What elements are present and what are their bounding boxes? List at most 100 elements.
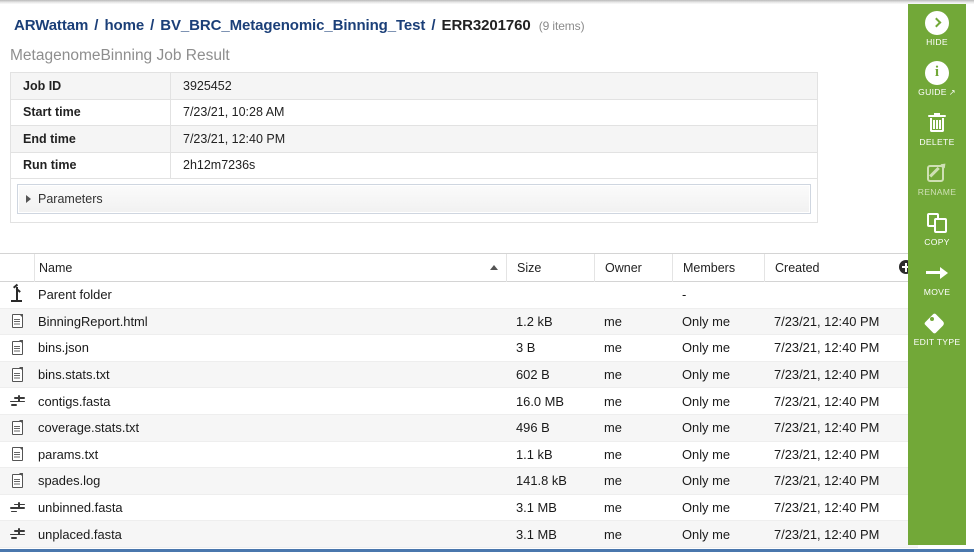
file-row[interactable]: bins.json 3 B me Only me 7/23/21, 12:40 PM [0, 335, 918, 362]
breadcrumb-item-1[interactable]: home [104, 17, 144, 34]
parent-folder-name: Parent folder [38, 287, 112, 303]
sidebar-button-delete[interactable]: DELETE [908, 104, 966, 154]
column-header-name-label: Name [39, 260, 73, 275]
file-owner: me [604, 367, 622, 383]
workspace-page: ARWattam / home / BV_BRC_Metagenomic_Bin… [0, 0, 974, 552]
file-list-header: Name Size Owner Members Created [0, 253, 918, 282]
contigs-icon [9, 528, 25, 540]
file-size: 602 B [516, 367, 550, 383]
file-row[interactable]: spades.log 141.8 kB me Only me 7/23/21, 12:4… [0, 468, 918, 495]
file-members: Only me [682, 367, 730, 383]
file-owner: me [604, 446, 622, 462]
parent-folder-created [764, 282, 904, 308]
file-icon-cell [0, 361, 34, 388]
breadcrumb-current: ERR3201760 [441, 17, 531, 34]
file-icon-cell [0, 441, 34, 468]
sidebar-button-guide[interactable]: i GUIDE ↗ [908, 54, 966, 104]
job-parameters-row: Parameters [10, 178, 818, 223]
parent-folder-size [506, 282, 594, 308]
file-created: 7/23/21, 12:40 PM [774, 367, 880, 383]
sidebar-button-hide[interactable]: HIDE [908, 4, 966, 54]
sidebar-button-move[interactable]: MOVE [908, 254, 966, 304]
file-members: Only me [682, 446, 730, 462]
sidebar-button-guide-text: GUIDE [918, 87, 947, 97]
file-row[interactable]: contigs.fasta 16.0 MB me Only me 7/23/21, 12… [0, 388, 918, 415]
column-header-created-label: Created [775, 260, 820, 275]
main-content: ARWattam / home / BV_BRC_Metagenomic_Bin… [0, 4, 918, 549]
column-header-owner-label: Owner [605, 260, 642, 275]
file-members: Only me [682, 500, 730, 516]
file-row[interactable]: coverage.stats.txt 496 B me Only me 7/23/21,… [0, 414, 918, 442]
file-owner: me [604, 473, 622, 489]
column-header-created[interactable]: Created [764, 253, 904, 282]
job-field-value: 7/23/21, 12:40 PM [170, 125, 818, 153]
job-field-label: End time [10, 125, 171, 153]
parent-folder-members: - [682, 287, 687, 303]
breadcrumb-separator: / [431, 17, 436, 34]
column-header-members-label: Members [683, 260, 736, 275]
document-icon [11, 367, 23, 382]
parent-folder-row[interactable]: Parent folder - [0, 282, 918, 309]
job-table-row: Job ID 3925452 [10, 72, 818, 100]
file-name: unplaced.fasta [38, 526, 122, 542]
file-size: 141.8 kB [516, 473, 567, 489]
file-row[interactable]: BinningReport.html 1.2 kB me Only me 7/23/21… [0, 308, 918, 336]
sidebar-button-edit-type[interactable]: EDIT TYPE [908, 304, 966, 354]
file-row[interactable]: unbinned.fasta 3.1 MB me Only me 7/23/21, 12… [0, 495, 918, 522]
parent-folder-icon-cell [0, 282, 34, 308]
column-header-name[interactable]: Name [34, 253, 506, 282]
file-members: Only me [682, 473, 730, 489]
file-size: 1.1 kB [516, 446, 553, 462]
sidebar-button-edit-type-label: EDIT TYPE [913, 337, 961, 347]
file-owner: me [604, 313, 622, 329]
job-field-label: Start time [10, 98, 171, 126]
file-created: 7/23/21, 12:40 PM [774, 340, 880, 356]
file-size: 3.1 MB [516, 526, 557, 542]
sidebar-button-move-label: MOVE [923, 287, 951, 297]
pencil-edit-icon [927, 159, 948, 186]
file-row[interactable]: bins.stats.txt 602 B me Only me 7/23/21, 12:… [0, 361, 918, 389]
job-field-value: 2h12m7236s [170, 151, 818, 179]
file-name: unbinned.fasta [38, 500, 123, 516]
sidebar-button-rename[interactable]: RENAME [908, 154, 966, 204]
file-created: 7/23/21, 12:40 PM [774, 420, 880, 436]
chevron-right-icon [26, 195, 31, 203]
job-table-row: End time 7/23/21, 12:40 PM [10, 125, 818, 153]
column-header-size[interactable]: Size [506, 253, 594, 282]
file-row[interactable]: params.txt 1.1 kB me Only me 7/23/21, 12:40 … [0, 442, 918, 469]
file-created: 7/23/21, 12:40 PM [774, 393, 880, 409]
file-created: 7/23/21, 12:40 PM [774, 446, 880, 462]
file-owner: me [604, 393, 622, 409]
tag-icon [923, 309, 948, 336]
file-members: Only me [682, 526, 730, 542]
file-size: 16.0 MB [516, 393, 565, 409]
breadcrumb-item-2[interactable]: BV_BRC_Metagenomic_Binning_Test [160, 17, 425, 34]
contigs-icon [9, 501, 25, 514]
sidebar-button-copy[interactable]: COPY [908, 204, 966, 254]
copy-pages-icon [926, 209, 948, 236]
breadcrumb-item-0[interactable]: ARWattam [14, 17, 88, 34]
file-row[interactable]: unplaced.fasta 3.1 MB me Only me 7/23/21, 12… [0, 521, 918, 548]
job-field-label: Job ID [10, 72, 171, 100]
file-name: spades.log [38, 473, 101, 489]
file-rows-container: BinningReport.html 1.2 kB me Only me 7/23/21… [0, 308, 918, 548]
sidebar-button-guide-label: GUIDE ↗ [918, 87, 956, 97]
chevron-right-circle-icon [925, 9, 949, 36]
document-icon [11, 313, 23, 329]
page-title: MetagenomeBinning Job Result [10, 47, 230, 64]
file-browser: Name Size Owner Members Created Parent f… [0, 253, 918, 549]
parameters-accordion[interactable]: Parameters [17, 184, 811, 214]
sort-ascending-icon [490, 264, 498, 270]
contigs-icon [9, 395, 25, 407]
file-name: bins.stats.txt [38, 367, 110, 383]
sidebar-button-rename-label: RENAME [917, 187, 957, 197]
file-icon-cell [0, 388, 34, 415]
document-icon [11, 473, 23, 488]
job-parameters-cell: Parameters [10, 178, 818, 223]
job-field-value: 3925452 [170, 72, 818, 100]
file-size: 3.1 MB [516, 500, 557, 516]
column-header-owner[interactable]: Owner [594, 253, 672, 282]
job-result-table: Job ID 3925452 Start time 7/23/21, 10:28… [10, 72, 818, 223]
column-header-members[interactable]: Members [672, 253, 764, 282]
file-icon-cell [0, 308, 34, 335]
